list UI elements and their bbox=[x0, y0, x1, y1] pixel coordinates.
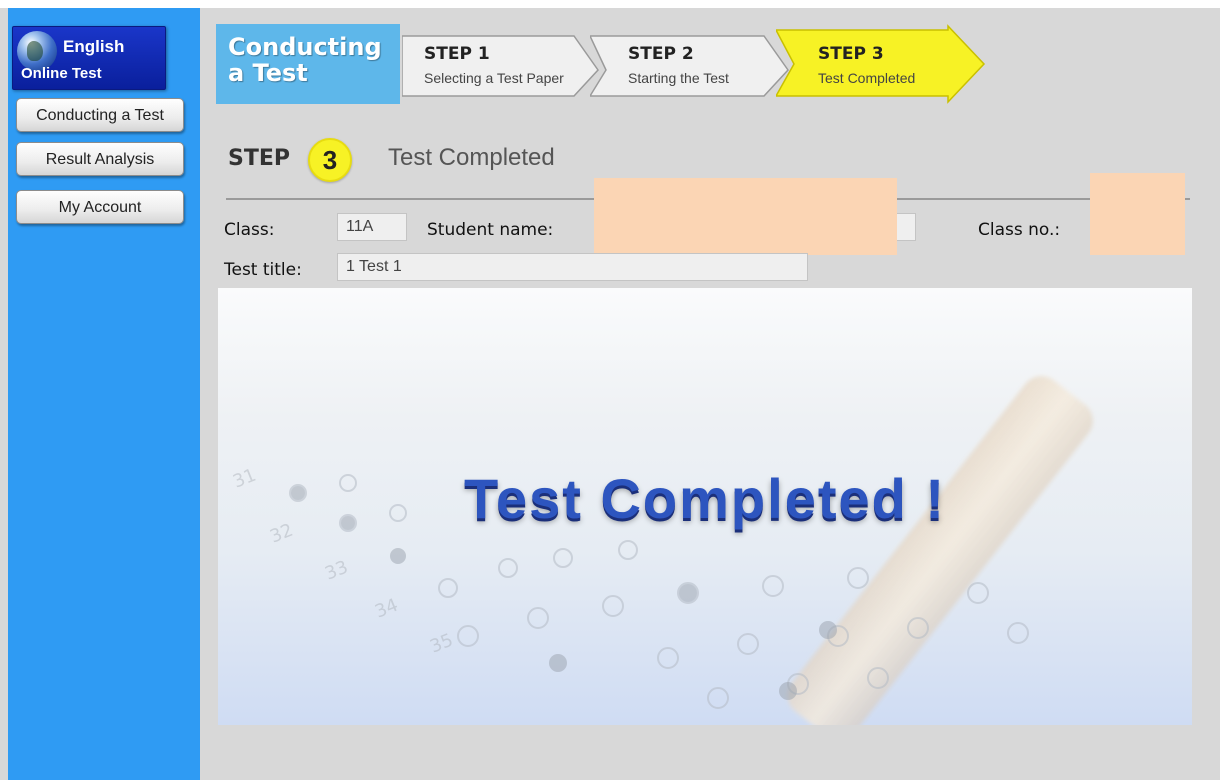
step-3-desc: Test Completed bbox=[818, 70, 916, 86]
section-step-label: STEP bbox=[228, 146, 291, 171]
class-no-redaction bbox=[1090, 173, 1185, 255]
svg-text:35: 35 bbox=[427, 630, 456, 658]
step-1-arrow-shape bbox=[402, 35, 599, 97]
header-title: Conducting a Test bbox=[216, 24, 400, 104]
logo-text-online-test: Online Test bbox=[21, 65, 102, 82]
sidebar: English Online Test Conducting a Test Re… bbox=[8, 8, 200, 780]
step-2-name: STEP 2 bbox=[628, 44, 694, 64]
test-title-label: Test title: bbox=[224, 260, 302, 280]
class-label: Class: bbox=[224, 220, 275, 240]
step-2-tab[interactable]: STEP 2 Starting the Test bbox=[590, 24, 790, 104]
app-logo[interactable]: English Online Test bbox=[12, 26, 166, 90]
section-title: Test Completed bbox=[388, 144, 555, 171]
step-2-arrow-shape bbox=[590, 35, 789, 97]
svg-text:33: 33 bbox=[322, 557, 351, 585]
student-name-label: Student name: bbox=[427, 220, 554, 240]
svg-text:34: 34 bbox=[372, 595, 401, 623]
result-analysis-button[interactable]: Result Analysis bbox=[16, 142, 184, 176]
step-1-name: STEP 1 bbox=[424, 44, 490, 64]
step-number-badge: 3 bbox=[308, 138, 352, 182]
step-3-name: STEP 3 bbox=[818, 44, 884, 64]
logo-text-english: English bbox=[63, 37, 125, 56]
header-title-line2: a Test bbox=[228, 59, 308, 87]
student-name-redaction bbox=[594, 178, 897, 255]
test-completed-banner: 31 32 33 34 35 Test Completed ! bbox=[218, 288, 1192, 725]
test-title-field: 1 Test 1 bbox=[337, 253, 808, 281]
step-1-desc: Selecting a Test Paper bbox=[424, 70, 564, 86]
step-3-tab-active[interactable]: STEP 3 Test Completed bbox=[776, 24, 990, 104]
class-field: 11A bbox=[337, 213, 407, 241]
class-no-label: Class no.: bbox=[978, 220, 1061, 240]
header-title-line1: Conducting bbox=[228, 33, 382, 61]
test-completed-heading: Test Completed ! bbox=[463, 467, 947, 530]
step-3-arrow-shape bbox=[776, 24, 986, 104]
conducting-a-test-button[interactable]: Conducting a Test bbox=[16, 98, 184, 132]
step-1-tab[interactable]: STEP 1 Selecting a Test Paper bbox=[402, 24, 602, 104]
my-account-button[interactable]: My Account bbox=[16, 190, 184, 224]
step-2-desc: Starting the Test bbox=[628, 70, 729, 86]
